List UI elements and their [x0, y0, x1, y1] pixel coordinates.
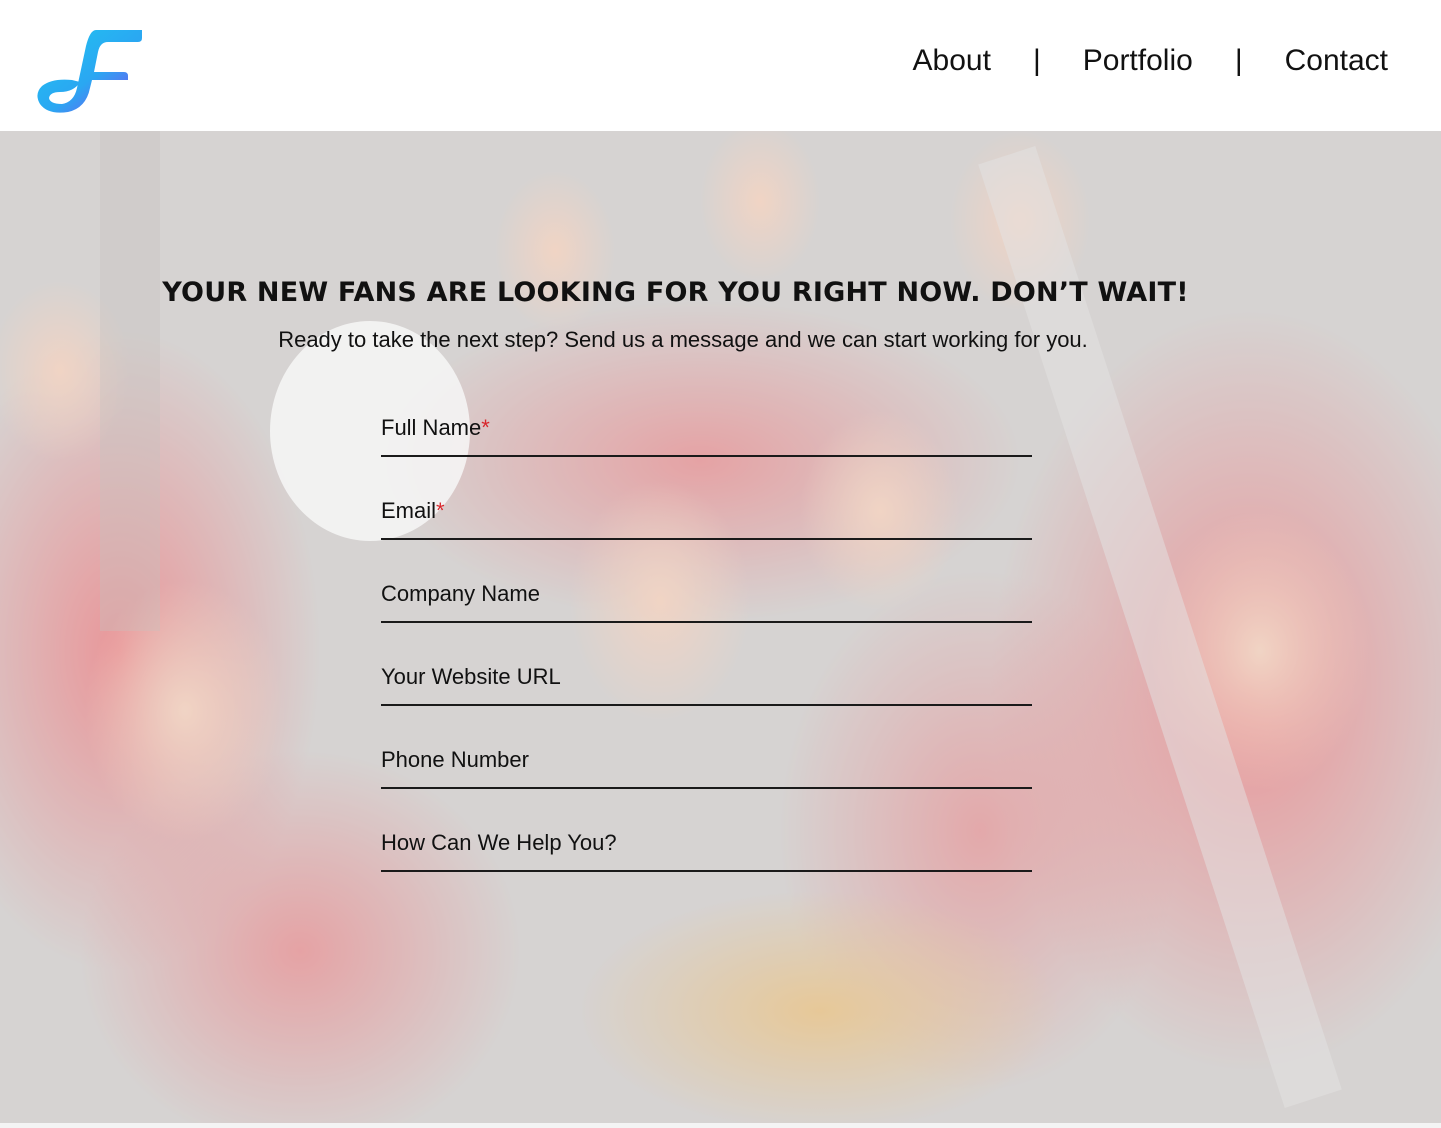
nav-portfolio-link[interactable]: Portfolio: [1083, 44, 1193, 78]
company-name-field[interactable]: Company Name: [381, 540, 1032, 623]
phone-number-field[interactable]: Phone Number: [381, 706, 1032, 789]
contact-form: Full Name* Email* Company Name Your Webs…: [381, 405, 1032, 872]
main-nav: About | Portfolio | Contact: [913, 44, 1388, 78]
website-url-field[interactable]: Your Website URL: [381, 623, 1032, 706]
help-message-input[interactable]: [381, 789, 1032, 870]
email-field[interactable]: Email*: [381, 457, 1032, 540]
email-input[interactable]: [381, 457, 1032, 538]
phone-number-input[interactable]: [381, 706, 1032, 787]
brand-logo-icon[interactable]: [32, 22, 146, 118]
nav-separator: |: [1234, 44, 1243, 77]
site-header: About | Portfolio | Contact: [0, 0, 1441, 131]
nav-about-link[interactable]: About: [913, 44, 991, 78]
full-name-field[interactable]: Full Name*: [381, 405, 1032, 457]
company-name-input[interactable]: [381, 540, 1032, 621]
full-name-input[interactable]: [381, 405, 1032, 455]
page-subheadline: Ready to take the next step? Send us a m…: [278, 327, 1088, 352]
footer-strip: [0, 1123, 1441, 1128]
website-url-input[interactable]: [381, 623, 1032, 704]
page-headline: YOUR NEW FANS ARE LOOKING FOR YOU RIGHT …: [162, 277, 1189, 308]
contact-hero: YOUR NEW FANS ARE LOOKING FOR YOU RIGHT …: [0, 131, 1441, 1123]
nav-separator: |: [1032, 44, 1041, 77]
help-message-field[interactable]: How Can We Help You?: [381, 789, 1032, 872]
nav-contact-link[interactable]: Contact: [1285, 44, 1388, 78]
